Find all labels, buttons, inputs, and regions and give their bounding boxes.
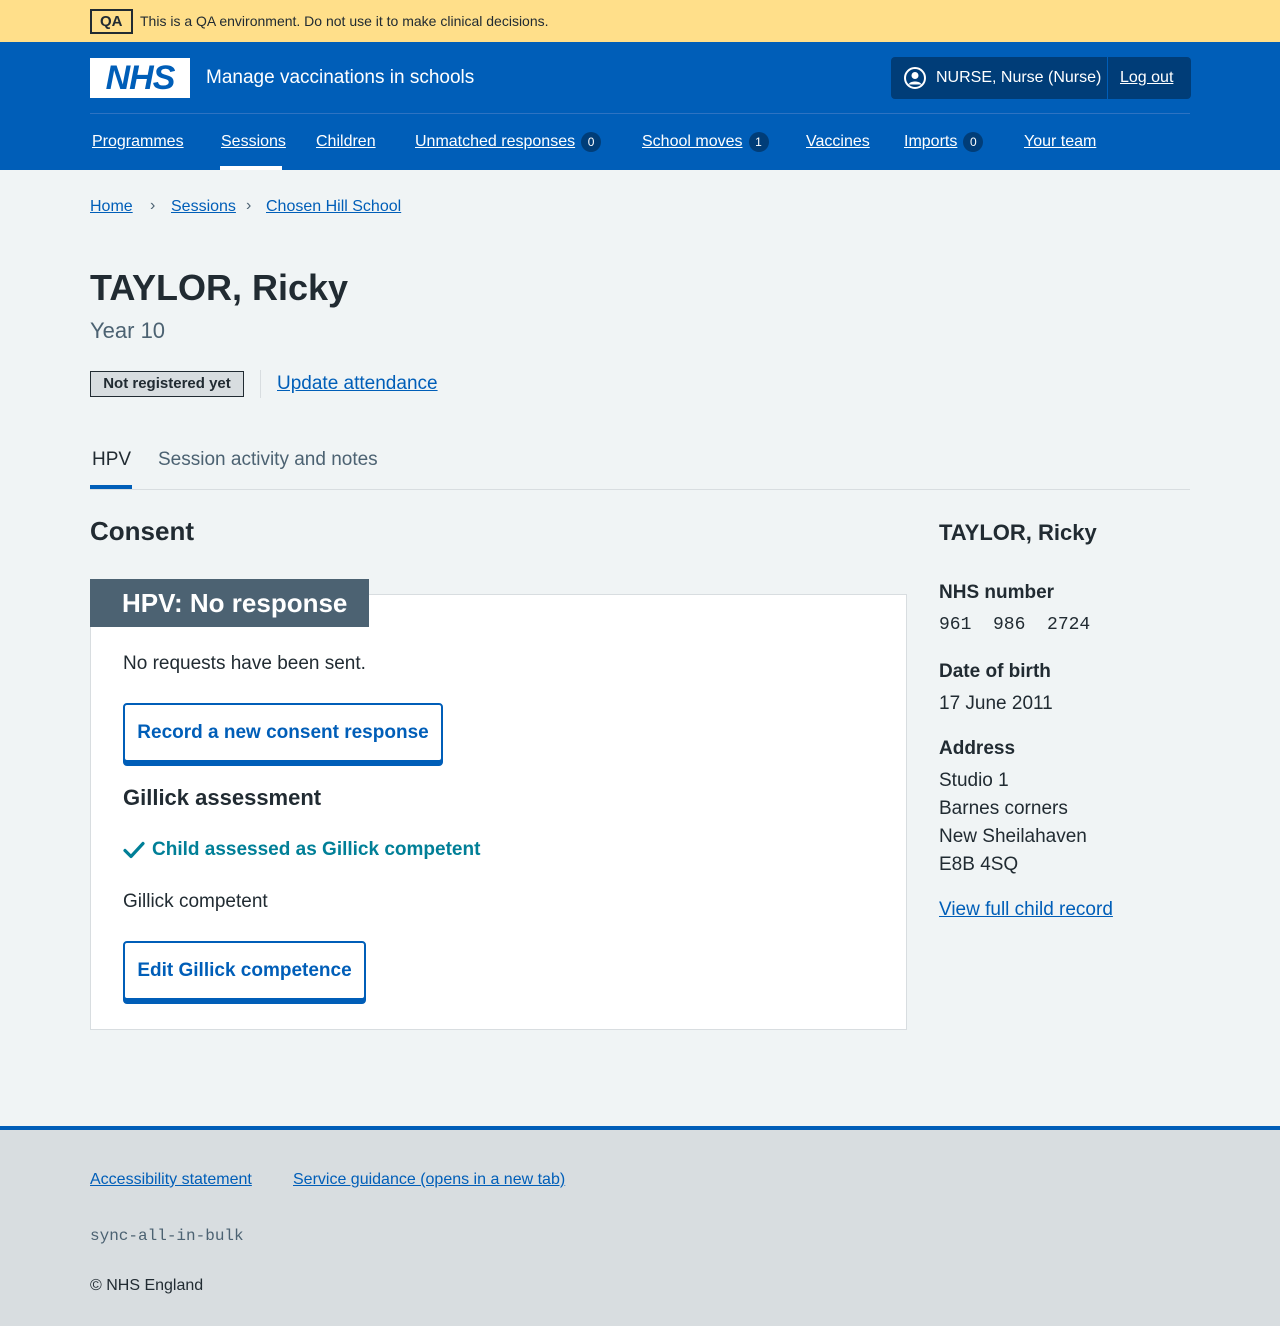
- imports-count-badge: 0: [963, 132, 984, 152]
- nav-unmatched-label: Unmatched responses: [415, 133, 576, 150]
- nhs-logo[interactable]: NHS: [90, 58, 190, 98]
- nav-sessions[interactable]: Sessions: [221, 132, 286, 152]
- status-divider: [260, 370, 261, 398]
- service-guidance-link[interactable]: Service guidance (opens in a new tab): [293, 1170, 565, 1190]
- consent-card-heading: HPV: No response: [90, 579, 369, 627]
- chevron-right-icon: ›: [150, 197, 156, 214]
- accessibility-statement-link[interactable]: Accessibility statement: [90, 1170, 252, 1190]
- record-consent-button[interactable]: Record a new consent response: [123, 703, 443, 762]
- gillick-status: Child assessed as Gillick competent: [152, 839, 481, 860]
- nhs-logo-text: NHS: [105, 59, 176, 97]
- nav-school-moves-label: School moves: [642, 133, 743, 150]
- copyright: © NHS England: [90, 1277, 204, 1294]
- service-name[interactable]: Manage vaccinations in schools: [206, 66, 474, 90]
- sidebar-child-name: TAYLOR, Ricky: [939, 520, 1097, 545]
- nhs-number-label: NHS number: [939, 582, 1055, 603]
- page-title: TAYLOR, Ricky: [90, 267, 349, 308]
- nav-imports-label: Imports: [904, 133, 958, 150]
- environment-banner: QA This is a QA environment. Do not use …: [0, 0, 1280, 42]
- header-divider: [90, 113, 1190, 114]
- tab-hpv[interactable]: HPV: [92, 449, 131, 471]
- nav-children[interactable]: Children: [316, 132, 376, 152]
- environment-tag: QA: [90, 9, 133, 34]
- edit-gillick-button[interactable]: Edit Gillick competence: [123, 941, 366, 1000]
- nav-your-team[interactable]: Your team: [1024, 132, 1096, 152]
- account-panel: NURSE, Nurse (Nurse) Log out: [891, 57, 1191, 99]
- breadcrumb-home[interactable]: Home: [90, 198, 133, 216]
- update-attendance-link[interactable]: Update attendance: [277, 373, 438, 395]
- nav-unmatched-responses[interactable]: Unmatched responses 0: [415, 132, 602, 152]
- tabs-divider: [90, 489, 1190, 490]
- consent-heading: Consent: [90, 516, 194, 546]
- breadcrumb-sessions[interactable]: Sessions: [171, 198, 236, 216]
- address-label: Address: [939, 738, 1016, 759]
- consent-requests-text: No requests have been sent.: [123, 653, 366, 674]
- dob-value: 17 June 2011: [939, 693, 1053, 714]
- dob-label: Date of birth: [939, 661, 1051, 682]
- nhs-number-value: 961 986 2724: [939, 615, 1091, 635]
- nav-school-moves[interactable]: School moves 1: [642, 132, 769, 152]
- site-footer: Accessibility statement Service guidance…: [0, 1126, 1280, 1326]
- chevron-right-icon: ›: [246, 197, 252, 214]
- school-moves-count-badge: 1: [748, 132, 769, 152]
- address-line-1: Studio 1: [939, 770, 1009, 791]
- site-header: NHS Manage vaccinations in schools NURSE…: [0, 42, 1280, 170]
- unmatched-count-badge: 0: [581, 132, 602, 152]
- check-icon: [123, 841, 145, 859]
- logout-link[interactable]: Log out: [1120, 68, 1173, 88]
- address-line-3: New Sheilahaven: [939, 826, 1087, 847]
- account-divider: [1107, 57, 1108, 99]
- address-postcode: E8B 4SQ: [939, 854, 1019, 875]
- account-name: NURSE, Nurse (Nurse): [936, 69, 1102, 86]
- year-group: Year 10: [90, 318, 166, 343]
- build-identifier: sync-all-in-bulk: [90, 1227, 244, 1245]
- nav-vaccines[interactable]: Vaccines: [806, 132, 870, 152]
- address-line-2: Barnes corners: [939, 798, 1068, 819]
- breadcrumb-school[interactable]: Chosen Hill School: [266, 198, 401, 216]
- user-icon: [904, 67, 926, 89]
- nav-programmes[interactable]: Programmes: [92, 132, 184, 152]
- gillick-result: Gillick competent: [123, 891, 268, 912]
- environment-text: This is a QA environment. Do not use it …: [140, 13, 549, 29]
- nav-imports[interactable]: Imports 0: [904, 132, 984, 152]
- registration-status-tag: Not registered yet: [90, 371, 244, 397]
- nav-active-indicator: [220, 166, 282, 170]
- tab-session-activity[interactable]: Session activity and notes: [158, 449, 378, 471]
- view-child-record-link[interactable]: View full child record: [939, 898, 1113, 922]
- gillick-heading: Gillick assessment: [123, 785, 322, 810]
